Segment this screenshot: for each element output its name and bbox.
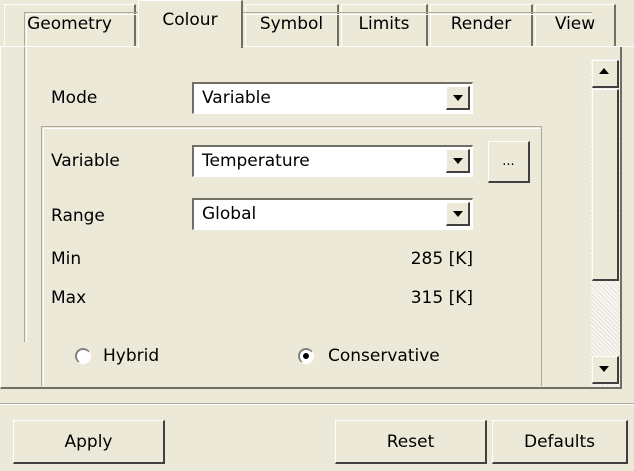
tab-colour[interactable]: Colour: [138, 0, 243, 48]
min-value: 285 [K]: [410, 249, 473, 269]
variable-select[interactable]: Temperature: [192, 145, 473, 177]
footer-divider: [0, 403, 634, 405]
reset-button[interactable]: Reset: [335, 420, 487, 464]
mode-dropdown-button[interactable]: [446, 86, 470, 110]
radio-hybrid[interactable]: [75, 348, 91, 364]
scroll-down-button[interactable]: [592, 356, 619, 384]
apply-button[interactable]: Apply: [13, 420, 165, 464]
radio-conservative[interactable]: [298, 348, 314, 364]
chevron-down-icon: [453, 211, 463, 217]
chevron-down-icon: [453, 95, 463, 101]
scroll-up-button[interactable]: [592, 60, 619, 88]
radio-hybrid-label[interactable]: Hybrid: [103, 346, 159, 366]
defaults-button[interactable]: Defaults: [492, 420, 628, 464]
arrow-up-icon: [599, 68, 609, 74]
range-dropdown-button[interactable]: [446, 202, 470, 226]
variable-label: Variable: [51, 151, 120, 171]
variable-select-value: Temperature: [202, 151, 310, 171]
variable-dropdown-button[interactable]: [446, 149, 470, 173]
range-select-value: Global: [202, 204, 257, 224]
arrow-down-icon: [599, 366, 609, 372]
range-label: Range: [51, 206, 105, 226]
radio-selected-dot: [303, 353, 309, 359]
mode-select[interactable]: Variable: [192, 82, 473, 114]
mode-label: Mode: [51, 88, 98, 108]
chevron-down-icon: [453, 158, 463, 164]
radio-conservative-label[interactable]: Conservative: [328, 346, 440, 366]
variable-browse-button[interactable]: ...: [488, 141, 530, 183]
max-label: Max: [51, 288, 87, 308]
tab-strip-line: [0, 46, 634, 47]
scroll-thumb[interactable]: [592, 89, 619, 281]
mode-select-value: Variable: [202, 88, 271, 108]
range-select[interactable]: Global: [192, 198, 473, 230]
max-value: 315 [K]: [410, 288, 473, 308]
min-label: Min: [51, 249, 82, 269]
vertical-scrollbar[interactable]: [591, 59, 620, 387]
